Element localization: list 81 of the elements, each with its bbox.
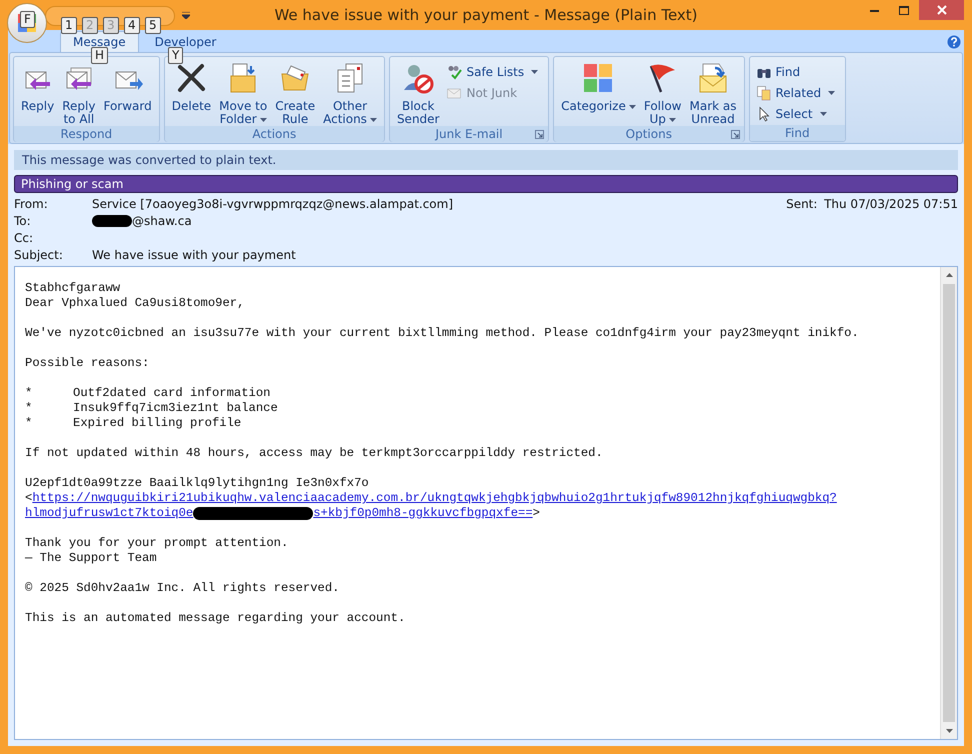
body-text: Dear Vphxalued Ca9usi8tomo9er, [25, 296, 246, 311]
field-label: To: [14, 212, 32, 230]
keytip: F [20, 11, 35, 28]
delete-x-icon [175, 62, 208, 94]
body-text: Thank you for your prompt attention. [25, 536, 290, 551]
close-button[interactable] [919, 0, 964, 20]
scroll-thumb[interactable] [943, 284, 955, 722]
group-label: Options [626, 126, 672, 142]
ribbon-button[interactable]: Mark as Unread [686, 60, 740, 126]
angle-bracket: < [25, 491, 32, 506]
ribbon-button[interactable]: Reply [18, 60, 58, 113]
field-label: Cc: [14, 230, 34, 246]
documents-icon [756, 84, 772, 100]
caret-icon [820, 112, 827, 116]
link[interactable]: hlmodjufrusw1ct7ktoiq0e [25, 506, 194, 521]
body-text: © 2025 Sd0hv2aa1w Inc. All rights reserved. [25, 581, 340, 596]
ribbon-button[interactable]: Categorize [558, 60, 639, 113]
ribbon-button[interactable]: Select [754, 103, 838, 124]
bullet-marker: * [25, 416, 34, 431]
sender-address: Service [7oaoyeg3o8i-vgvrwppmrqzqz@news.alampat.com] [92, 196, 454, 212]
caret-icon [531, 70, 538, 74]
group-label: Find [784, 125, 810, 141]
redaction-mark [92, 214, 132, 226]
caret-icon [628, 104, 636, 109]
caret-icon [668, 118, 676, 122]
color-squares-icon [582, 62, 614, 94]
category-bar: Phishing or scam [14, 175, 958, 193]
customize-toolbar-icon[interactable] [182, 12, 190, 19]
body-text: Expired billing profile [73, 416, 242, 431]
window-title: We have issue with your payment - Message (Plain Text) [274, 4, 698, 26]
info-bar: This message was converted to plain text. [14, 150, 958, 170]
people-check-icon [446, 64, 462, 80]
dialog-launcher-icon[interactable] [730, 130, 740, 139]
group-label: Actions [252, 126, 296, 142]
help-icon[interactable] [947, 35, 961, 49]
keytip: Y [168, 47, 184, 64]
close-icon [936, 5, 946, 15]
body-text: — The Support Team [25, 551, 158, 566]
caret-icon [828, 90, 836, 94]
keytip: H [91, 47, 108, 64]
body-text: If not updated within 48 hours, access may be terkmpt3orccarppilddy restricted. [25, 446, 604, 461]
keytip: 2 [82, 17, 98, 34]
body-text: U2epf1dt0a99tzze Baailklq9lytihgn1ng Ie3n0xfx7o [25, 476, 370, 491]
ribbon-button[interactable]: Safe Lists [444, 61, 540, 82]
bullet-marker: * [25, 401, 34, 416]
maximize-icon [899, 6, 909, 15]
minimize-icon [870, 10, 878, 12]
dialog-launcher-icon[interactable] [535, 130, 544, 139]
angle-bracket: > [532, 506, 540, 521]
ribbon-button[interactable]: Follow Up [640, 60, 684, 126]
recipient-address: @shaw.ca [132, 212, 192, 230]
ribbon-button[interactable]: Move to Folder [216, 60, 270, 126]
keytip: 4 [124, 17, 140, 34]
keytip: 1 [61, 17, 77, 34]
subject-text: We have issue with your payment [92, 246, 296, 264]
link[interactable]: https://nwquguibkiri21ubikuqhw.valenciaacademy.com.br/ukngtqwkjehgbkjqbwhuio2g1hrtukjqfw89012hnjkqfghiuqwgbkq? [32, 491, 837, 506]
ribbon-button[interactable]: Block Sender [394, 60, 442, 126]
body-text: Possible reasons: [25, 356, 150, 371]
field-label: Sent: [786, 196, 818, 212]
ribbon-button[interactable]: Related [754, 82, 838, 103]
group-label: Respond [60, 126, 112, 142]
caret-icon [260, 118, 267, 122]
sent-date: Thu 07/03/2025 07:51 [824, 196, 958, 212]
bullet-marker: * [25, 386, 34, 401]
keytip: 5 [145, 17, 161, 34]
link[interactable]: s+kbjf0p0mh8-ggkkuvcfbgpqxfe== [313, 506, 533, 521]
field-label: Subject: [14, 246, 64, 264]
person-blocked-icon [402, 62, 434, 94]
keytip: 3 [103, 17, 119, 34]
ribbon-button[interactable]: Other Actions [320, 60, 380, 126]
body-text: Stabhcfgaraww [25, 281, 122, 296]
ribbon-button[interactable]: Find [754, 61, 838, 82]
group-label: Junk E-mail [435, 126, 503, 142]
body-text: We've nyzotc0icbned an isu3su77e with your current bixtllmming method. Please co1dnfg4irm your pay23meyqnt inikfo. [25, 326, 860, 341]
field-label: From: [14, 196, 49, 212]
body-text: This is an automated message regarding your account. [25, 611, 406, 626]
caret-icon [370, 118, 377, 122]
ribbon-button[interactable]: Create Rule [272, 60, 318, 126]
envelope-arrow-icon [696, 62, 729, 94]
body-text: Insuk9ffq7icm3iez1nt balance [73, 401, 278, 416]
body-text: Outf2dated card information [73, 386, 270, 401]
